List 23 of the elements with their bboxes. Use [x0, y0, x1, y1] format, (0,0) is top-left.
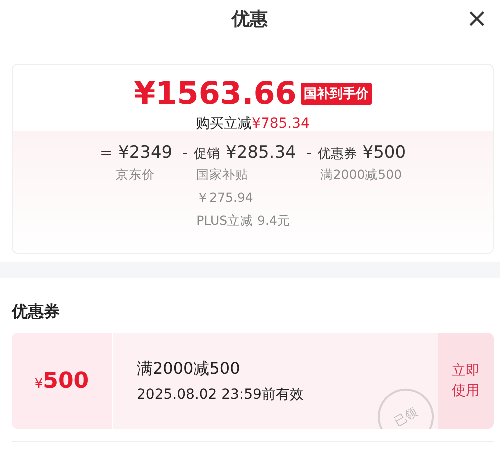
saving-text: 购买立减¥785.34: [196, 115, 310, 133]
breakdown-note: 京东价: [116, 167, 156, 184]
breakdown-amount: ¥285.34: [226, 143, 296, 163]
operator-sign: =: [100, 144, 113, 162]
breakdown-label: 促销: [194, 146, 220, 163]
coupon-title: 满2000减500: [137, 358, 242, 380]
coupon-validity: 2025.08.02 23:59前有效: [137, 386, 305, 404]
operator-sign: -: [306, 144, 312, 162]
operator-sign: -: [182, 144, 188, 162]
close-button[interactable]: ×: [462, 4, 492, 34]
breakdown-amount: ¥2349: [118, 143, 173, 163]
price-tag: 国补到手价: [300, 83, 372, 105]
final-price: ¥1563.66: [134, 75, 297, 113]
dialog-title: 优惠: [232, 8, 268, 31]
use-now-button[interactable]: 立即使用: [438, 333, 494, 429]
breakdown-label: 优惠券: [318, 146, 357, 163]
breakdown-note: 满2000减500: [320, 167, 404, 184]
section-heading: 优惠券: [12, 302, 61, 323]
breakdown-note: PLUS立减 9.4元: [196, 213, 292, 230]
breakdown-note: 国家补贴: [196, 167, 250, 184]
breakdown-note: ￥275.94: [196, 190, 254, 207]
coupon-value: ¥500: [34, 368, 90, 394]
breakdown-amount: ¥500: [362, 143, 406, 163]
